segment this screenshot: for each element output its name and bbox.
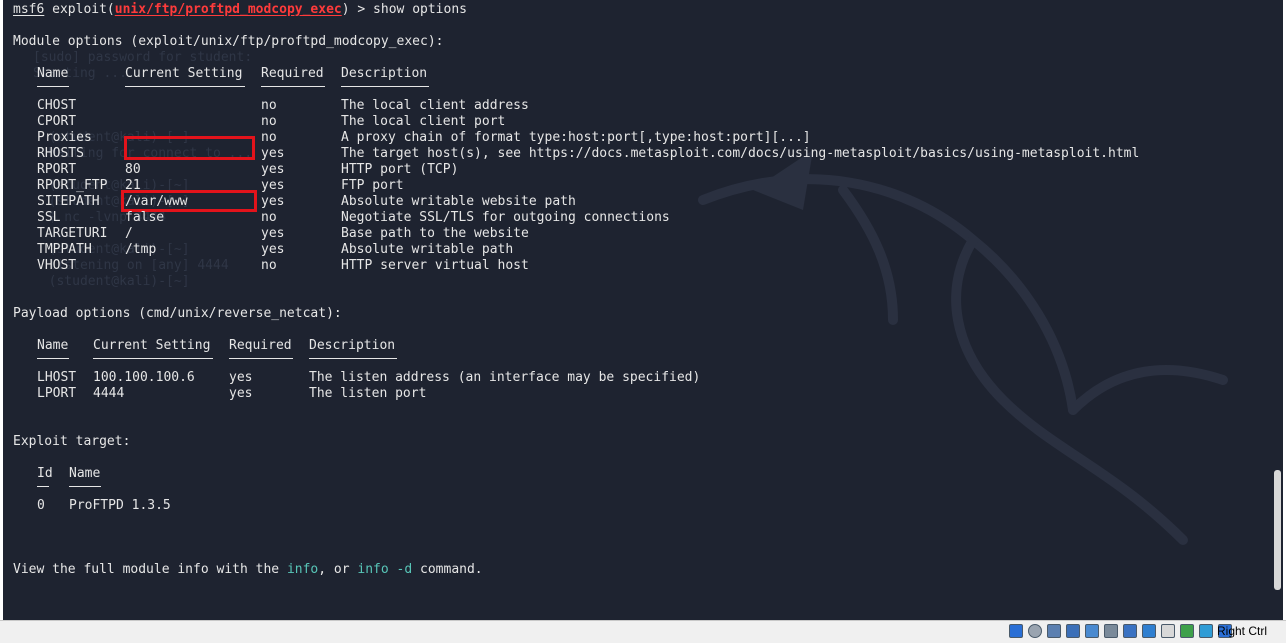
header-underline (309, 358, 397, 359)
header-underline (341, 86, 429, 87)
option-setting: 80 (125, 162, 141, 177)
info-d-command: info -d (357, 562, 413, 577)
header-underline (69, 486, 101, 487)
option-required: yes (261, 242, 285, 257)
option-required: yes (261, 146, 285, 161)
vm-status-bar: Right Ctrl (0, 620, 1286, 643)
audio-icon[interactable] (1047, 624, 1061, 638)
column-header: Name (37, 66, 69, 81)
option-required: no (261, 130, 277, 145)
option-description: A proxy chain of format type:host:port[,… (341, 130, 811, 145)
option-setting: 21 (125, 178, 141, 193)
msf-prompt: msf6 (13, 2, 45, 17)
option-required: yes (261, 194, 285, 209)
option-name: LHOST (37, 370, 77, 385)
exploit-target-heading: Exploit target: (13, 434, 131, 449)
header-underline (37, 486, 49, 487)
recording-icon[interactable] (1161, 624, 1175, 638)
option-name: TMPPATH (37, 242, 92, 257)
scrollbar-thumb[interactable] (1274, 470, 1281, 590)
header-underline (125, 86, 245, 87)
option-description: The listen address (an interface may be … (309, 370, 701, 385)
column-header: Required (261, 66, 324, 81)
column-header: Name (69, 466, 101, 481)
option-description: FTP port (341, 178, 404, 193)
option-required: yes (229, 370, 253, 385)
option-setting: / (125, 226, 133, 241)
header-underline (93, 358, 213, 359)
column-header: Description (341, 66, 428, 81)
option-description: HTTP port (TCP) (341, 162, 459, 177)
screen-capture-icon[interactable] (1142, 624, 1156, 638)
option-required: no (261, 258, 277, 273)
option-setting: /var/www (125, 194, 188, 209)
info-command: info (286, 562, 319, 577)
option-setting: /tmp (125, 242, 157, 257)
module-options-heading: Module options (exploit/unix/ftp/proftpd… (13, 34, 444, 49)
column-header: Id (37, 466, 53, 481)
terminal-window[interactable]: [sudo] password for student: Starting ..… (3, 0, 1283, 620)
display-icon[interactable] (1123, 624, 1137, 638)
header-underline (261, 86, 325, 87)
module-name: unix/ftp/proftpd_modcopy_exec (114, 2, 342, 17)
option-name: TARGETURI (37, 226, 108, 241)
footer-line: View the full module info with the info,… (13, 562, 483, 577)
option-setting: false (125, 210, 165, 225)
option-name: CHOST (37, 98, 77, 113)
option-description: Negotiate SSL/TLS for outgoing connectio… (341, 210, 670, 225)
option-name: RPORT_FTP (37, 178, 108, 193)
mouse-integration-icon[interactable] (1199, 624, 1213, 638)
rhosts-highlight-box (124, 136, 255, 160)
target-name: ProFTPD 1.3.5 (69, 498, 171, 513)
option-description: The local client address (341, 98, 529, 113)
option-name: VHOST (37, 258, 77, 273)
option-name: RHOSTS (37, 146, 84, 161)
option-description: Base path to the website (341, 226, 529, 241)
option-description: HTTP server virtual host (341, 258, 529, 273)
target-id: 0 (37, 498, 45, 513)
column-header: Current Setting (93, 338, 211, 353)
payload-options-heading: Payload options (cmd/unix/reverse_netcat… (13, 306, 342, 321)
option-description: Absolute writable path (341, 242, 514, 257)
option-required: yes (261, 162, 285, 177)
column-header: Name (37, 338, 69, 353)
option-required: no (261, 114, 277, 129)
option-setting: 100.100.100.6 (93, 370, 195, 385)
option-description: The local client port (341, 114, 506, 129)
option-name: SITEPATH (37, 194, 100, 209)
header-underline (229, 358, 293, 359)
option-name: RPORT (37, 162, 77, 177)
option-required: no (261, 98, 277, 113)
cpu-icon[interactable] (1180, 624, 1194, 638)
network-icon[interactable] (1066, 624, 1080, 638)
option-required: no (261, 210, 277, 225)
shared-folder-icon[interactable] (1104, 624, 1118, 638)
header-underline (37, 86, 69, 87)
option-description: Absolute writable website path (341, 194, 576, 209)
column-header: Required (229, 338, 292, 353)
option-setting: 4444 (93, 386, 125, 401)
option-required: yes (261, 226, 285, 241)
column-header: Description (309, 338, 396, 353)
option-description: The target host(s), see https://docs.met… (341, 146, 1140, 161)
option-name: LPORT (37, 386, 77, 401)
disk-icon[interactable] (1009, 624, 1023, 638)
option-description: The listen port (309, 386, 427, 401)
optical-drive-icon[interactable] (1028, 624, 1042, 638)
option-name: SSL (37, 210, 61, 225)
usb-icon[interactable] (1085, 624, 1099, 638)
option-required: yes (229, 386, 253, 401)
host-key-label: Right Ctrl (1217, 624, 1268, 638)
header-underline (37, 358, 69, 359)
option-required: yes (261, 178, 285, 193)
option-name: CPORT (37, 114, 77, 129)
command-prompt: msf6 exploit(unix/ftp/proftpd_modcopy_ex… (13, 2, 467, 17)
terminal-output: msf6 exploit(unix/ftp/proftpd_modcopy_ex… (13, 2, 1273, 602)
option-name: Proxies (37, 130, 92, 145)
column-header: Current Setting (125, 66, 243, 81)
